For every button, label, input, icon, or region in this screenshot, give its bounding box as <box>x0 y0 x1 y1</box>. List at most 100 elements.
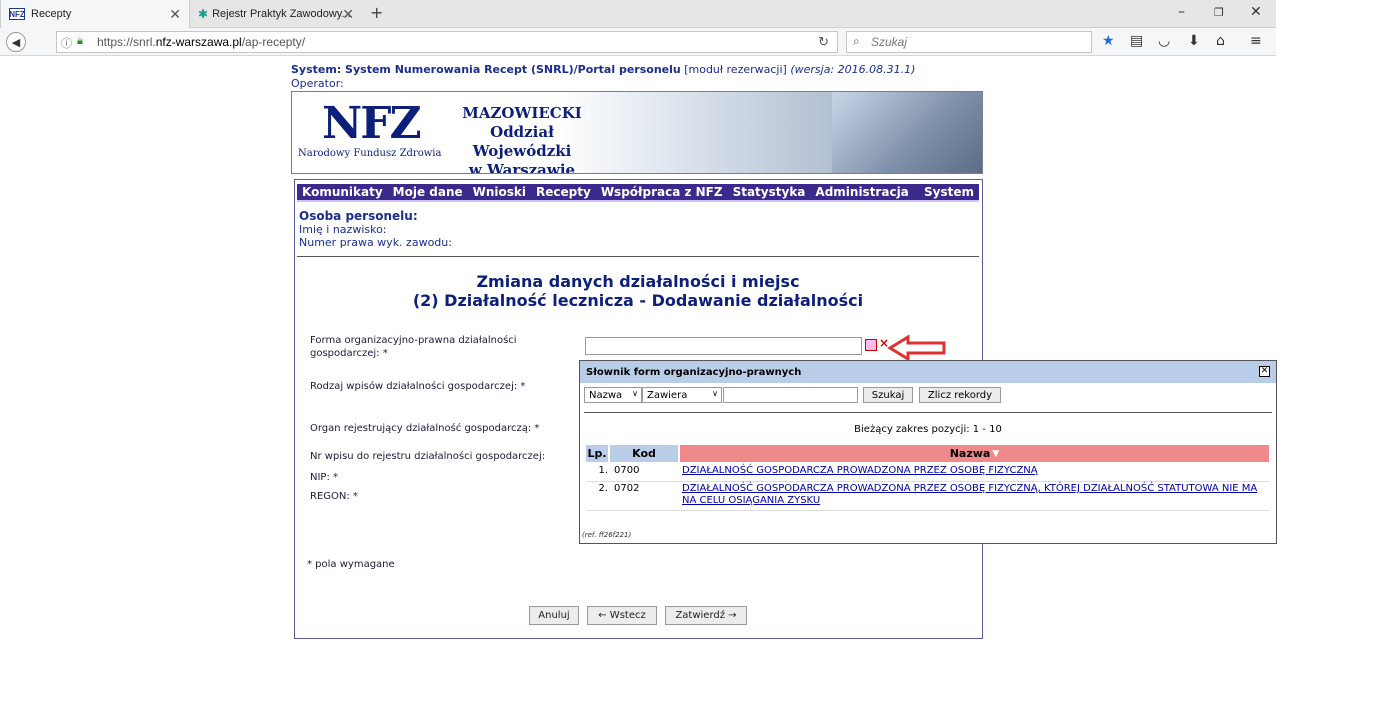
person-heading: Osoba personelu: <box>299 209 418 223</box>
table-row: 2. 0702 DZIAŁALNOŚĆ GOSPODARCZA PROWADZO… <box>586 483 1270 511</box>
menu-item-system[interactable]: System <box>919 185 979 199</box>
lock-icon: 🔒︎ <box>77 35 83 47</box>
banner-line1: MAZOWIECKI <box>462 104 582 122</box>
person-info: Osoba personelu: Imię i nazwisko: Numer … <box>299 209 452 250</box>
tab-label: Rejestr Praktyk Zawodowy... <box>212 8 351 20</box>
cancel-button[interactable]: Anuluj <box>529 606 579 625</box>
system-module: [moduł rezerwacji] <box>680 63 791 76</box>
page-title-line2: (2) Działalność lecznicza - Dodawanie dz… <box>412 291 864 310</box>
row-kod: 0702 <box>614 483 640 494</box>
restore-icon[interactable]: ❐ <box>1214 6 1224 19</box>
tab-rejestr[interactable]: ✱ Rejestr Praktyk Zawodowy... ✕ <box>190 0 362 28</box>
popup-title: Słownik form organizacyjno-prawnych <box>586 366 802 378</box>
row-lp: 1. <box>598 465 608 476</box>
search-placeholder: Szukaj <box>871 35 908 49</box>
back-button[interactable]: ← Wstecz <box>587 606 657 625</box>
tab-recepty[interactable]: NFZ Recepty ✕ <box>0 0 190 28</box>
pocket-icon[interactable]: ◡ <box>1158 33 1170 49</box>
table-row: 1. 0700 DZIAŁALNOŚĆ GOSPODARCZA PROWADZO… <box>586 465 1270 482</box>
field-label-forma: Forma organizacyjno-prawna działalności … <box>310 335 517 359</box>
col-header-nazwa[interactable]: Nazwa ▼ <box>680 445 1269 462</box>
download-icon[interactable]: ⬇ <box>1188 33 1200 49</box>
person-name-label: Imię i nazwisko: <box>299 223 387 236</box>
reading-list-icon[interactable]: ▤ <box>1130 33 1143 49</box>
browser-nav-bar: ◀ ⓘ 🔒︎ https://snrl. nfz-warszawa.pl/ap-r… <box>0 28 1276 56</box>
menu-icon[interactable]: ≡ <box>1250 33 1262 49</box>
field-select[interactable]: Nazwa ∨ <box>584 387 642 403</box>
sort-desc-icon: ▼ <box>992 448 1000 459</box>
col-header-lp[interactable]: Lp. <box>586 445 608 462</box>
operator-select[interactable]: Zawiera ∨ <box>642 387 722 403</box>
popup-title-bar: Słownik form organizacyjno-prawnych ✕ <box>580 361 1276 383</box>
url-path: /ap-recepty/ <box>241 35 306 49</box>
popup-close-icon[interactable]: ✕ <box>1259 366 1270 377</box>
field-label-nr-wpisu: Nr wpisu do rejestru działalności gospod… <box>310 451 546 462</box>
nfz-logo-subtitle: Narodowy Fundusz Zdrowia <box>298 148 442 159</box>
search-icon: ⌕ <box>853 34 860 48</box>
url-bar[interactable]: ⓘ 🔒︎ https://snrl. nfz-warszawa.pl/ap-rec… <box>56 31 838 53</box>
minimize-icon[interactable]: – <box>1178 4 1185 20</box>
chevron-down-icon: ∨ <box>712 389 718 398</box>
new-tab-icon[interactable]: + <box>370 3 383 22</box>
operator-label: Operator: <box>291 77 344 90</box>
system-version: (wersja: 2016.08.31.1) <box>790 63 916 76</box>
popup-search-button[interactable]: Szukaj <box>863 387 913 403</box>
info-icon[interactable]: ⓘ <box>61 35 72 51</box>
medical-favicon-icon: ✱ <box>198 7 209 21</box>
close-tab-icon[interactable]: ✕ <box>342 6 354 23</box>
home-icon[interactable]: ⌂ <box>1216 33 1225 49</box>
confirm-button[interactable]: Zatwierdź → <box>665 606 747 625</box>
field-label-organ: Organ rejestrujący działalność gospodarc… <box>310 423 540 434</box>
nfz-favicon-icon: NFZ <box>9 8 25 20</box>
dictionary-icon[interactable] <box>865 339 877 351</box>
banner-line2: Oddział Wojewódzki <box>472 123 572 160</box>
close-tab-icon[interactable]: ✕ <box>169 6 181 23</box>
system-line: System: System Numerowania Recept (SNRL)… <box>291 63 915 76</box>
bookmark-star-icon[interactable]: ★ <box>1102 33 1115 49</box>
system-title: System: System Numerowania Recept (SNRL)… <box>291 63 681 76</box>
popup-divider <box>584 412 1272 413</box>
close-window-icon[interactable]: ✕ <box>1250 4 1262 20</box>
row-nazwa-link[interactable]: DZIAŁALNOŚĆ GOSPODARCZA PROWADZONA PRZEZ… <box>682 483 1268 507</box>
person-license-label: Numer prawa wyk. zawodu: <box>299 236 452 249</box>
dictionary-popup: Słownik form organizacyjno-prawnych ✕ Na… <box>579 360 1277 544</box>
col-header-nazwa-label: Nazwa <box>949 447 991 460</box>
menu-item-statystyka[interactable]: Statystyka <box>728 185 811 199</box>
menu-item-komunikaty[interactable]: Komunikaty <box>297 185 388 199</box>
reload-icon[interactable]: ↻ <box>818 34 829 50</box>
row-nazwa-link[interactable]: DZIAŁALNOŚĆ GOSPODARCZA PROWADZONA PRZEZ… <box>682 465 1268 477</box>
field-select-value: Nazwa <box>589 389 623 401</box>
browser-tab-bar: NFZ Recepty ✕ ✱ Rejestr Praktyk Zawodowy… <box>0 0 1276 28</box>
popup-search-input[interactable] <box>723 387 858 403</box>
menu-item-wspolpraca[interactable]: Współpraca z NFZ <box>596 185 728 199</box>
page-title-line1: Zmiana danych działalności i miejsc <box>476 272 800 291</box>
menu-item-administracja[interactable]: Administracja <box>810 185 913 199</box>
row-lp: 2. <box>598 483 608 494</box>
banner-photo <box>832 92 982 173</box>
nfz-logo: NFZ <box>322 98 422 149</box>
field-label-rodzaj: Rodzaj wpisów działalności gospodarczej:… <box>310 381 526 392</box>
forma-input[interactable] <box>585 337 862 355</box>
field-label-nip: NIP: * <box>310 472 339 483</box>
tab-label: Recepty <box>31 8 72 20</box>
menu-item-wnioski[interactable]: Wnioski <box>468 185 531 199</box>
count-records-button[interactable]: Zlicz rekordy <box>919 387 1001 403</box>
divider <box>297 256 979 257</box>
range-label: Bieżący zakres pozycji: 1 - 10 <box>854 424 1002 435</box>
red-arrow-icon <box>887 334 946 362</box>
required-note: * pola wymagane <box>307 559 395 570</box>
col-header-kod[interactable]: Kod <box>610 445 678 462</box>
banner-branch: MAZOWIECKI Oddział Wojewódzki w Warszawi… <box>442 104 602 174</box>
page-title: Zmiana danych działalności i miejsc (2) … <box>297 272 979 310</box>
ref-code: (ref. ff26f221) <box>582 531 632 539</box>
search-input[interactable]: ⌕ Szukaj <box>846 31 1092 53</box>
chevron-down-icon: ∨ <box>632 389 638 398</box>
menu-item-recepty[interactable]: Recepty <box>531 185 596 199</box>
row-kod: 0700 <box>614 465 640 476</box>
main-menu: Komunikaty Moje dane Wnioski Recepty Wsp… <box>297 184 979 202</box>
operator-select-value: Zawiera <box>647 389 688 401</box>
menu-item-moje-dane[interactable]: Moje dane <box>388 185 468 199</box>
url-prefix: https://snrl. <box>97 35 156 49</box>
banner-line3: w Warszawie <box>468 161 576 174</box>
back-icon[interactable]: ◀ <box>6 32 26 52</box>
